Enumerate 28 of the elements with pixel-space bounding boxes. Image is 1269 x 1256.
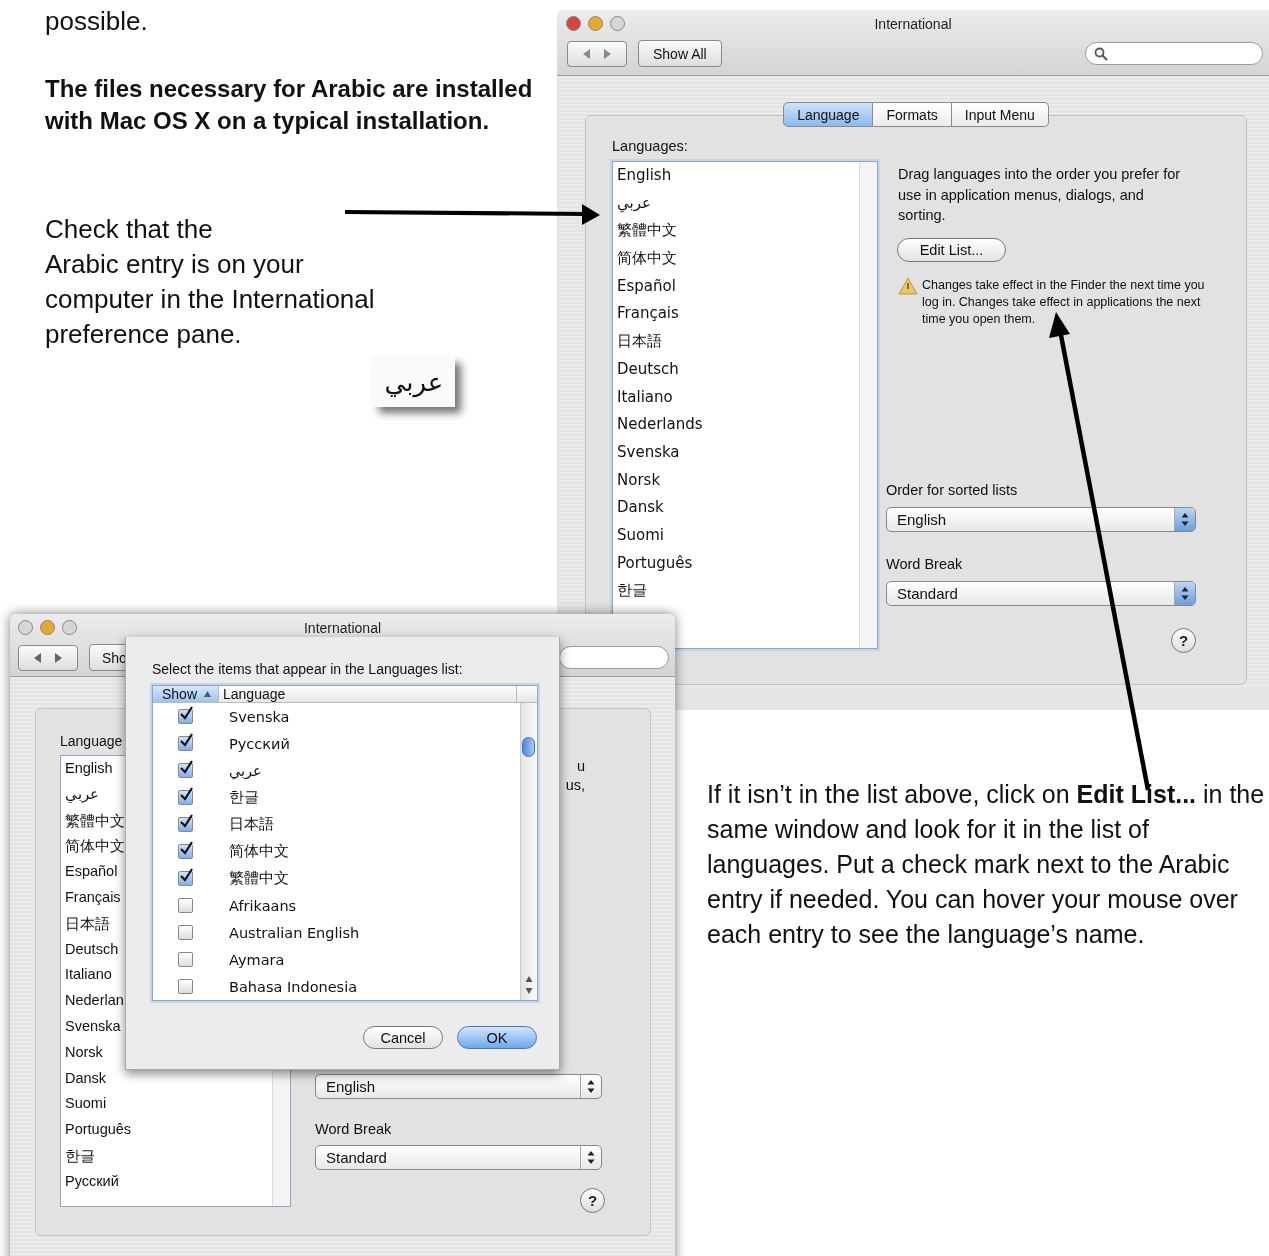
instructions-text: Drag languages into the order you prefer for use in application menus, dialogs, and sorting.: [898, 165, 1182, 225]
window-title: International: [874, 16, 952, 32]
word-break-label: Word Break: [886, 556, 964, 572]
table-cell: عربي: [229, 762, 262, 779]
sorted-lists-label: Order for sorted lists: [886, 482, 1019, 498]
body-text: possible.: [45, 5, 148, 38]
sheet-prompt: Select the items that appear in the Languages list:: [152, 661, 464, 677]
languages-label: Language: [60, 733, 123, 749]
table-cell: Australian English: [229, 924, 360, 941]
table-cell: 日本語: [229, 815, 274, 834]
arabic-sample: عربي: [373, 357, 455, 407]
table-cell: Svenska: [229, 708, 290, 725]
table-cell: Bahasa Indonesia: [229, 978, 358, 995]
instructions-text: us,: [565, 776, 585, 795]
instructions-text: u: [576, 757, 585, 776]
instruction-text: Check that the Arabic entry is on your computer in the International preference pane.: [45, 213, 375, 351]
table-cell: 简体中文: [229, 842, 289, 861]
table-cell: 繁體中文: [229, 869, 289, 888]
table-cell: Aymara: [229, 951, 285, 968]
word-break-label: Word Break: [315, 1121, 393, 1137]
table-cell: Русский: [229, 735, 290, 752]
table-cell: 한글: [229, 788, 259, 807]
warning-text: Changes take effect in the Finder the next time you log in. Changes take effect in applications the next time you open them.: [922, 276, 1206, 328]
languages-label: Languages:: [612, 138, 688, 154]
bold-note: The files necessary for Arabic are installed with Mac OS X on a typical installation.: [45, 74, 534, 136]
window-title: International: [303, 620, 382, 636]
instruction-text: If it isn’t in the list above, click on Edit List... in the same window and look for it in the list of languages. Put a check mark next to the Arabic entry if needed. You can hover your mouse over each entry to see the language’s name.: [707, 779, 1266, 950]
table-cell: Afrikaans: [229, 897, 297, 914]
